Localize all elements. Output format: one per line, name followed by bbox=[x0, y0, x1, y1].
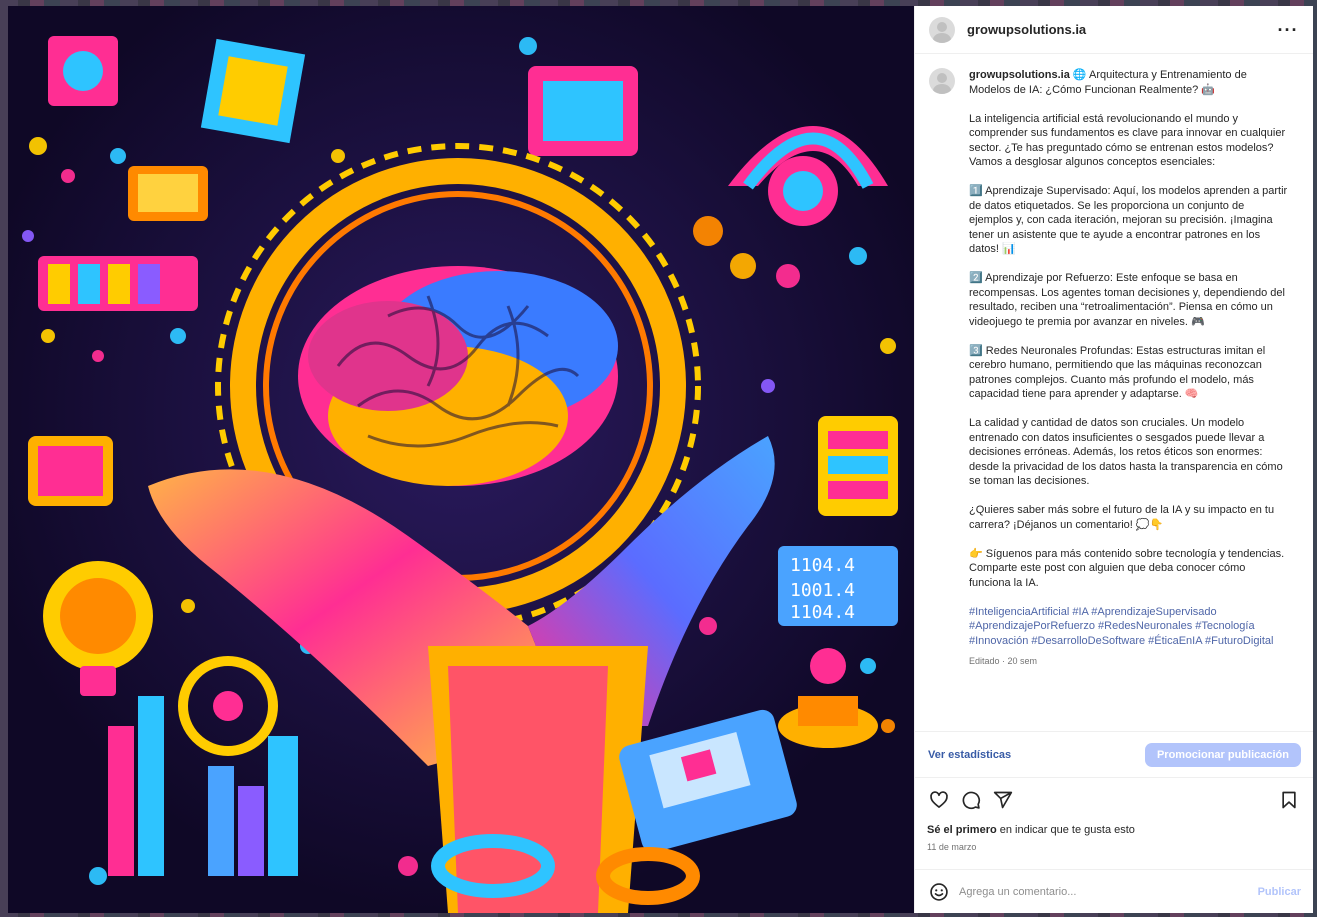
comment-box: Publicar bbox=[915, 869, 1313, 913]
caption-area[interactable]: growupsolutions.ia 🌐 Arquitectura y Entr… bbox=[915, 54, 1313, 731]
action-icons-row bbox=[927, 788, 1301, 812]
share-icon bbox=[993, 791, 1013, 809]
emoji-button[interactable] bbox=[927, 880, 951, 904]
emoji-icon bbox=[930, 882, 948, 901]
likes-text[interactable]: Sé el primero en indicar que te gusta es… bbox=[927, 824, 1301, 836]
svg-text:1104.4: 1104.4 bbox=[790, 602, 855, 623]
likes-bold[interactable]: Sé el primero bbox=[927, 824, 997, 836]
save-button[interactable] bbox=[1277, 788, 1301, 812]
caption-paragraph: 👉 Síguenos para más contenido sobre tecn… bbox=[969, 547, 1285, 589]
post-side-panel: growupsolutions.ia ··· growupsolutions.i… bbox=[914, 6, 1313, 913]
svg-text:1104.4: 1104.4 bbox=[790, 555, 855, 576]
caption-username[interactable]: growupsolutions.ia bbox=[969, 69, 1070, 81]
promote-post-button[interactable]: Promocionar publicación bbox=[1144, 742, 1301, 767]
caption-meta: Editado · 20 sem bbox=[969, 656, 1038, 666]
comment-button[interactable] bbox=[959, 788, 983, 812]
like-button[interactable] bbox=[927, 788, 951, 812]
likes-rest: en indicar que te gusta esto bbox=[996, 824, 1135, 836]
caption-body: growupsolutions.ia 🌐 Arquitectura y Entr… bbox=[969, 68, 1289, 669]
hashtags[interactable]: #InteligenciaArtificial #IA #Aprendizaje… bbox=[969, 605, 1289, 649]
caption-avatar[interactable] bbox=[929, 68, 955, 94]
share-button[interactable] bbox=[991, 788, 1015, 812]
caption-paragraph: 2️⃣ Aprendizaje por Refuerzo: Este enfoq… bbox=[969, 272, 1285, 328]
comment-icon bbox=[962, 791, 981, 810]
caption: growupsolutions.ia 🌐 Arquitectura y Entr… bbox=[929, 68, 1299, 669]
post-image[interactable]: 1104.4 1001.4 1104.4 bbox=[8, 6, 914, 913]
post-comment-button[interactable]: Publicar bbox=[1258, 886, 1301, 898]
comment-input[interactable] bbox=[959, 885, 1258, 898]
caption-paragraph: La calidad y cantidad de datos son cruci… bbox=[969, 417, 1283, 487]
post-header: growupsolutions.ia ··· bbox=[915, 6, 1313, 54]
view-insights-link[interactable]: Ver estadísticas bbox=[928, 749, 1011, 761]
caption-paragraph: 3️⃣ Redes Neuronales Profundas: Estas es… bbox=[969, 344, 1266, 401]
header-username[interactable]: growupsolutions.ia bbox=[967, 22, 1277, 37]
ai-brain-artwork-icon: 1104.4 1001.4 1104.4 bbox=[8, 6, 914, 913]
insights-bar: Ver estadísticas Promocionar publicación bbox=[915, 731, 1313, 777]
bookmark-icon bbox=[1282, 791, 1296, 809]
caption-paragraph: La inteligencia artificial está revoluci… bbox=[969, 112, 1286, 169]
caption-title-line: growupsolutions.ia 🌐 Arquitectura y Entr… bbox=[969, 68, 1289, 97]
hashtag-links[interactable]: #InteligenciaArtificial #IA #Aprendizaje… bbox=[969, 606, 1274, 647]
post-actions: Sé el primero en indicar que te gusta es… bbox=[915, 777, 1313, 869]
caption-paragraph: 1️⃣ Aprendizaje Supervisado: Aquí, los m… bbox=[969, 185, 1288, 255]
caption-paragraph: ¿Quieres saber más sobre el futuro de la… bbox=[969, 504, 1275, 531]
more-icon: ··· bbox=[1277, 19, 1299, 40]
svg-text:1001.4: 1001.4 bbox=[790, 580, 855, 601]
avatar[interactable] bbox=[929, 16, 955, 43]
heart-icon bbox=[930, 791, 948, 808]
post-dialog: 1104.4 1001.4 1104.4 growupsolutions.ia … bbox=[8, 6, 1313, 913]
post-date[interactable]: 11 de marzo bbox=[927, 842, 1301, 852]
more-options-button[interactable]: ··· bbox=[1277, 19, 1299, 41]
